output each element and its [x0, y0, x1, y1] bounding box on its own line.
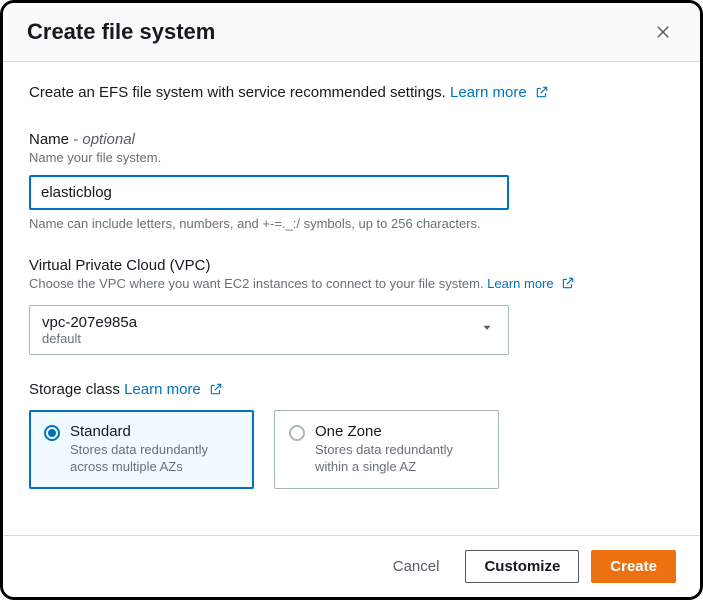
- storage-class-label: Storage class Learn more: [29, 381, 674, 400]
- radio-icon: [289, 425, 305, 441]
- caret-down-icon: [480, 321, 494, 340]
- customize-button[interactable]: Customize: [465, 550, 579, 583]
- cancel-button[interactable]: Cancel: [379, 551, 454, 582]
- name-optional: - optional: [69, 131, 135, 148]
- vpc-learn-more-label: Learn more: [487, 276, 553, 291]
- tile-text: One Zone Stores data redundantly within …: [315, 423, 484, 476]
- storage-tile-one-zone[interactable]: One Zone Stores data redundantly within …: [274, 410, 499, 489]
- intro-text-span: Create an EFS file system with service r…: [29, 84, 446, 101]
- tile-text: Standard Stores data redundantly across …: [70, 423, 239, 476]
- storage-class-label-text: Storage class: [29, 381, 120, 398]
- vpc-label: Virtual Private Cloud (VPC): [29, 257, 674, 274]
- storage-class-tiles: Standard Stores data redundantly across …: [29, 410, 674, 489]
- name-desc: Name your file system.: [29, 150, 674, 165]
- name-input[interactable]: [29, 175, 509, 210]
- intro-learn-more-label: Learn more: [450, 84, 527, 101]
- modal-body: Create an EFS file system with service r…: [3, 62, 700, 535]
- storage-learn-more-label: Learn more: [124, 381, 201, 398]
- radio-icon: [44, 425, 60, 441]
- vpc-desc-text: Choose the VPC where you want EC2 instan…: [29, 276, 484, 291]
- vpc-field: Virtual Private Cloud (VPC) Choose the V…: [29, 257, 674, 355]
- create-file-system-modal: Create file system Create an EFS file sy…: [0, 0, 703, 600]
- external-link-icon: [535, 85, 549, 103]
- modal-title: Create file system: [27, 19, 215, 45]
- storage-class-field: Storage class Learn more Standard Stores…: [29, 381, 674, 489]
- tile-desc: Stores data redundantly across multiple …: [70, 442, 239, 476]
- name-hint: Name can include letters, numbers, and +…: [29, 216, 674, 231]
- vpc-selected-sub: default: [42, 331, 472, 346]
- vpc-select[interactable]: vpc-207e985a default: [29, 305, 509, 355]
- intro-learn-more-link[interactable]: Learn more: [450, 84, 549, 101]
- name-field: Name - optional Name your file system. N…: [29, 131, 674, 231]
- vpc-selected-id: vpc-207e985a: [42, 314, 472, 331]
- external-link-icon: [561, 276, 575, 293]
- intro-text: Create an EFS file system with service r…: [29, 84, 674, 103]
- modal-header: Create file system: [3, 3, 700, 62]
- tile-title: Standard: [70, 423, 239, 440]
- vpc-desc: Choose the VPC where you want EC2 instan…: [29, 276, 674, 293]
- modal-footer: Cancel Customize Create: [3, 535, 700, 597]
- external-link-icon: [209, 382, 223, 400]
- storage-tile-standard[interactable]: Standard Stores data redundantly across …: [29, 410, 254, 489]
- storage-learn-more-link[interactable]: Learn more: [124, 381, 223, 398]
- close-button[interactable]: [650, 19, 676, 45]
- name-label-text: Name: [29, 131, 69, 148]
- name-label: Name - optional: [29, 131, 674, 148]
- vpc-learn-more-link[interactable]: Learn more: [487, 276, 575, 291]
- create-button[interactable]: Create: [591, 550, 676, 583]
- tile-desc: Stores data redundantly within a single …: [315, 442, 484, 476]
- tile-title: One Zone: [315, 423, 484, 440]
